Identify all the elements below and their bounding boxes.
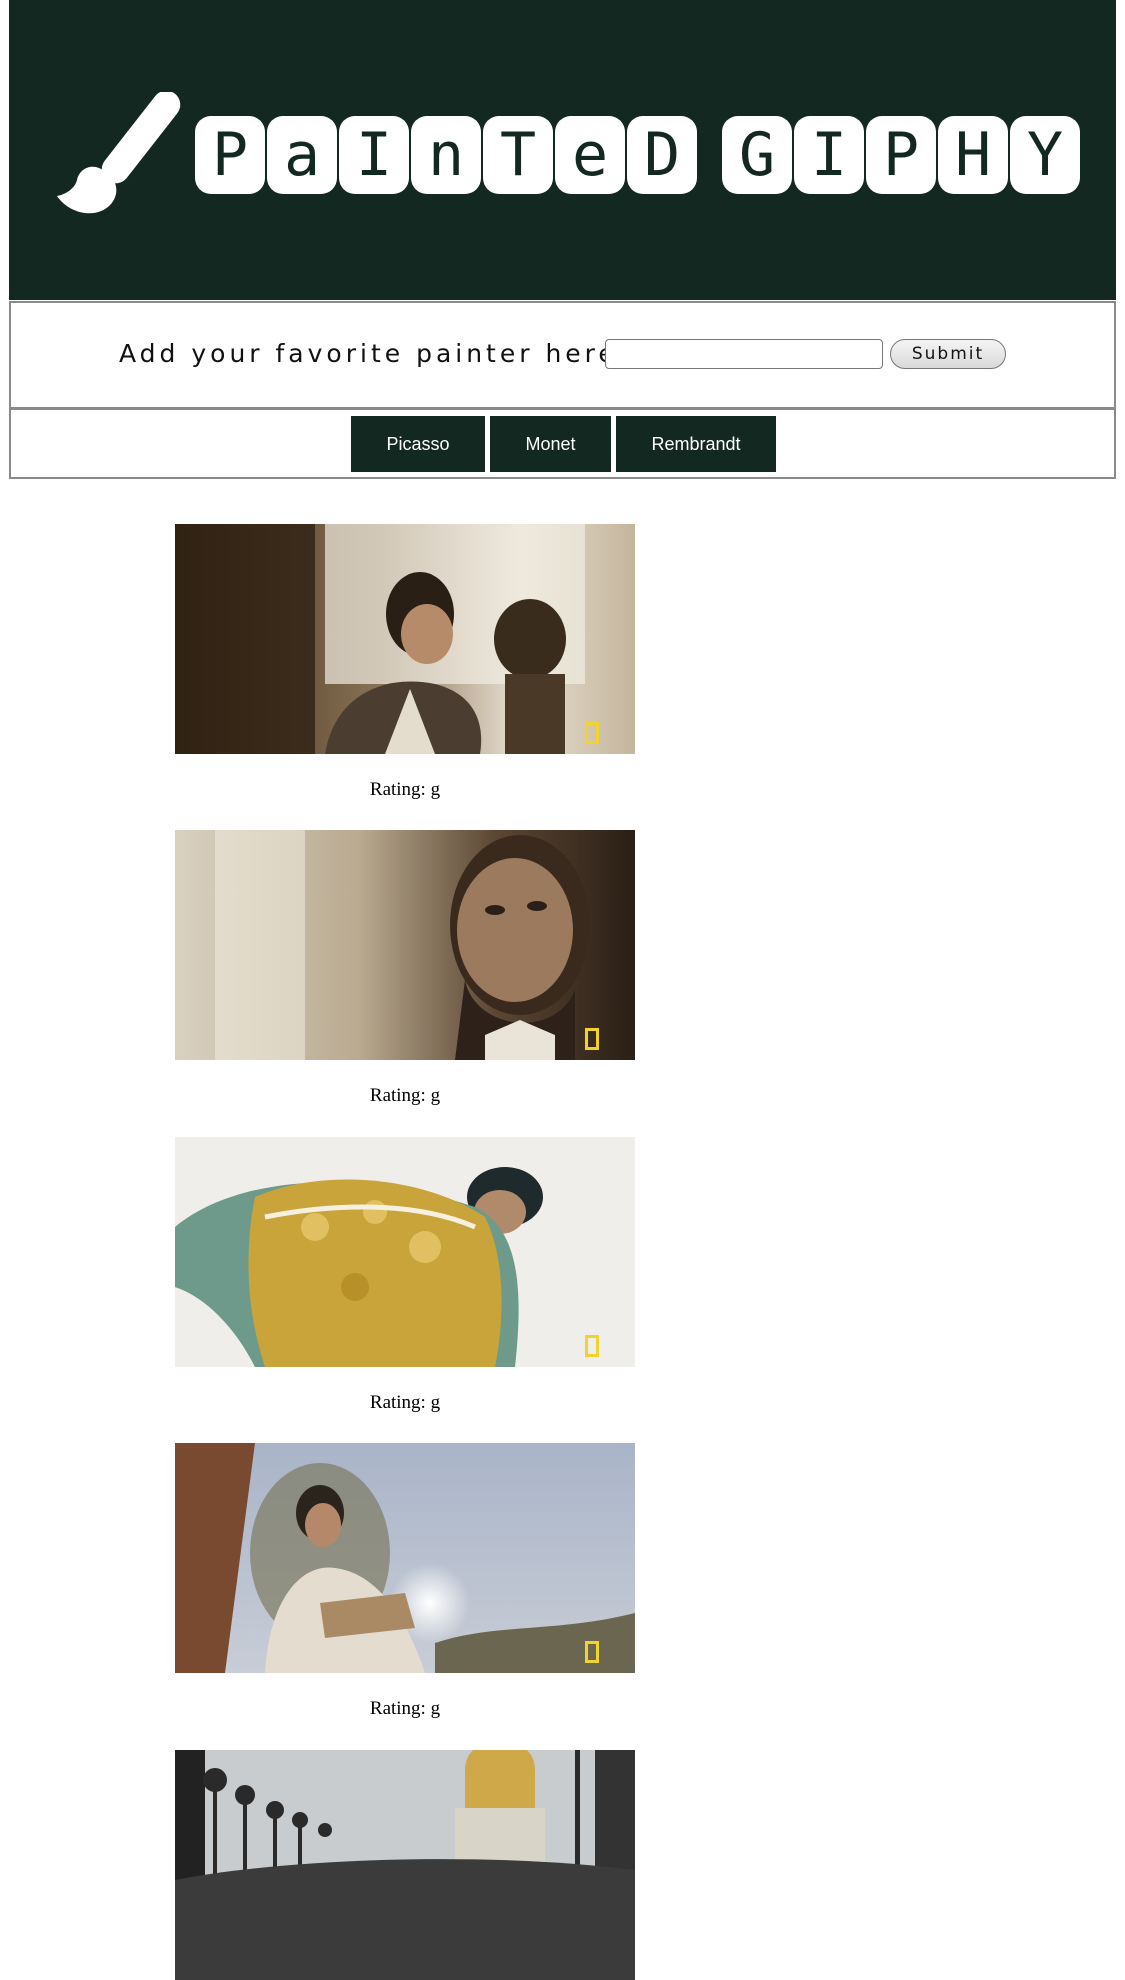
gif-image[interactable] <box>175 830 635 1060</box>
header: P a I n T e D G I P H Y <box>9 0 1116 300</box>
title-tile: T <box>483 116 553 194</box>
painter-form: Add your favorite painter here: Submit <box>9 301 1116 409</box>
title-tile: G <box>722 116 792 194</box>
title-tile: I <box>794 116 864 194</box>
gif-rating: Rating: g <box>369 779 441 800</box>
gif-image[interactable] <box>175 1750 635 1980</box>
painter-buttons: Picasso Monet Rembrandt <box>9 408 1116 479</box>
gif-card <box>175 1750 635 1980</box>
title-tile: a <box>267 116 337 194</box>
title-tile: P <box>195 116 265 194</box>
title-tile: n <box>411 116 481 194</box>
brand-badge-icon <box>585 1641 599 1663</box>
picasso-button[interactable]: Picasso <box>351 416 485 472</box>
gif-rating: Rating: g <box>369 1698 441 1719</box>
title-tile: e <box>555 116 625 194</box>
paintbrush-icon <box>57 92 181 214</box>
submit-button[interactable]: Submit <box>890 339 1006 369</box>
gif-image[interactable] <box>175 1137 635 1367</box>
brand-badge-icon <box>585 1028 599 1050</box>
painter-input[interactable] <box>605 339 883 369</box>
gif-rating: Rating: g <box>369 1085 441 1106</box>
title-tile: P <box>866 116 936 194</box>
title-tile: Y <box>1010 116 1080 194</box>
title-tile: D <box>627 116 697 194</box>
gif-image[interactable] <box>175 524 635 754</box>
gif-card: Rating: g <box>175 830 635 1107</box>
gif-card: Rating: g <box>175 1137 635 1414</box>
brand-badge-icon <box>585 722 599 744</box>
gif-rating: Rating: g <box>369 1392 441 1413</box>
gif-card: Rating: g <box>175 524 635 801</box>
title-tile: I <box>339 116 409 194</box>
rembrandt-button[interactable]: Rembrandt <box>616 416 776 472</box>
brand-badge-icon <box>585 1335 599 1357</box>
monet-button[interactable]: Monet <box>490 416 611 472</box>
gif-card: Rating: g <box>175 1443 635 1720</box>
gif-image[interactable] <box>175 1443 635 1673</box>
painter-input-label: Add your favorite painter here: <box>119 339 631 368</box>
title-tile: H <box>938 116 1008 194</box>
